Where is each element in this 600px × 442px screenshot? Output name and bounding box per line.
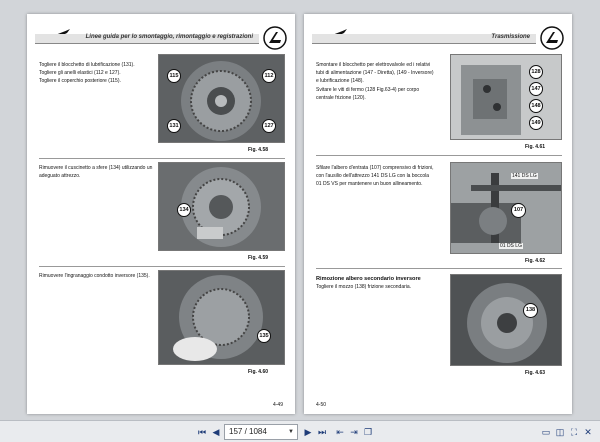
figure-photo: 141 DS LG 107 01 DS LG xyxy=(450,162,562,254)
reverse-gear-photo xyxy=(159,271,284,364)
callout-label: 147 xyxy=(529,82,543,96)
text-line: adeguato attrezzo. xyxy=(39,173,81,180)
tool-label: 141 DS LG xyxy=(511,173,538,179)
last-page-icon[interactable]: ⏭ xyxy=(316,426,328,438)
callout-label: 131 xyxy=(167,119,181,133)
figure-caption: Fig. 4.58 xyxy=(248,147,269,153)
figure-photo: 138 xyxy=(450,274,562,366)
callout-label: 135 xyxy=(257,329,271,343)
figure-photo: 134 xyxy=(158,162,285,251)
section-text: Smontare il blocchetto per elettrovalvol… xyxy=(316,62,442,103)
brand-logo-icon xyxy=(263,26,287,50)
fit-page-icon[interactable]: ▭ xyxy=(540,426,552,438)
header-title: Trasmissione xyxy=(491,34,530,40)
dropdown-chevron-icon[interactable]: ▼ xyxy=(288,425,294,439)
section-text: Rimozione albero secondario inversore To… xyxy=(316,276,446,292)
text-line: centrale frizione (120). xyxy=(316,94,366,101)
callout-label: 148 xyxy=(529,99,543,113)
callout-label: 112 xyxy=(262,69,276,83)
page-header: Linee guida per lo smontaggio, rimontagg… xyxy=(35,26,287,50)
text-line: con l'ausilio dell'attrezzo 141 DS LG co… xyxy=(316,173,430,180)
forward-icon[interactable]: ⇥ xyxy=(348,426,360,438)
text-line: tubi di alimentazione (147 - Diretta), (… xyxy=(316,70,434,77)
figure-caption: Fig. 4.61 xyxy=(525,144,546,150)
text-line: Togliere gli anelli elastici (112 e 127)… xyxy=(39,70,121,77)
text-line: Rimuovere l'ingranaggio condotto inverso… xyxy=(39,273,150,279)
callout-label: 107 xyxy=(511,203,526,218)
viewer-toolbar: ⏮ ◀ 157 / 1084 ▼ ▶ ⏭ ⇤ ⇥ ❐ ▭ ◫ ⛶ ✕ xyxy=(0,420,600,442)
brand-logo-icon xyxy=(540,26,564,50)
callout-label: 128 xyxy=(529,65,543,79)
callout-label: 149 xyxy=(529,116,543,130)
figure-photo: 128 147 148 149 xyxy=(450,54,562,140)
section-heading: Rimozione albero secondario inversore xyxy=(316,276,421,282)
callout-label: 134 xyxy=(177,203,191,217)
page-number: 4-49 xyxy=(272,402,283,408)
section-text: Rimuovere il cuscinetto a sfere (134) ut… xyxy=(39,165,159,181)
divider xyxy=(316,155,562,156)
callout-label: 115 xyxy=(167,69,181,83)
figure-caption: Fig. 4.60 xyxy=(248,369,269,375)
divider xyxy=(316,268,562,269)
page-indicator: 157 / 1084 xyxy=(229,427,267,436)
page-right: Trasmissione Smontare il blocchetto per … xyxy=(304,14,572,414)
section-text: Togliere il blocchetto di lubrificazione… xyxy=(39,62,159,87)
figure-photo: 115 112 131 127 xyxy=(158,54,285,143)
figure-caption: Fig. 4.59 xyxy=(248,255,269,261)
text-line: Togliere il blocchetto di lubrificazione… xyxy=(39,62,135,68)
callout-label: 138 xyxy=(523,303,538,318)
back-icon[interactable]: ⇤ xyxy=(334,426,346,438)
figure-caption: Fig. 4.62 xyxy=(525,258,546,264)
text-line: e lubrificazione (148). xyxy=(316,78,364,85)
copy-icon[interactable]: ❐ xyxy=(362,426,374,438)
figure-photo: 135 xyxy=(158,270,285,365)
text-line: Svitare le viti di fermo (128 Fig.63-4) … xyxy=(316,86,420,93)
section-text: Sfilare l'albero d'entrata (107) compren… xyxy=(316,165,442,190)
tool-label: 01 DS LG xyxy=(499,243,523,249)
input-shaft-tool-photo xyxy=(451,163,561,253)
divider xyxy=(39,266,285,267)
section-text: Rimuovere l'ingranaggio condotto inverso… xyxy=(39,273,159,281)
valve-block-photo xyxy=(451,55,561,139)
text-line: Rimuovere il cuscinetto a sfere (134) ut… xyxy=(39,165,153,171)
prev-page-icon[interactable]: ◀ xyxy=(210,426,222,438)
text-line: Smontare il blocchetto per elettrovalvol… xyxy=(316,62,431,68)
header-title: Linee guida per lo smontaggio, rimontagg… xyxy=(85,34,253,40)
page-left: Linee guida per lo smontaggio, rimontagg… xyxy=(27,14,295,414)
next-page-icon[interactable]: ▶ xyxy=(302,426,314,438)
figure-caption: Fig. 4.63 xyxy=(525,370,546,376)
divider xyxy=(39,158,285,159)
document-viewer: Linee guida per lo smontaggio, rimontagg… xyxy=(0,0,600,420)
first-page-icon[interactable]: ⏮ xyxy=(196,426,208,438)
text-line: Togliere il coperchio posteriore (115). xyxy=(39,78,121,85)
callout-label: 127 xyxy=(262,119,276,133)
text-line: Togliere il mozzo (138) frizione seconda… xyxy=(316,284,412,291)
fullscreen-icon[interactable]: ⛶ xyxy=(568,426,580,438)
clutch-hub-photo xyxy=(451,275,561,365)
text-line: Sfilare l'albero d'entrata (107) compren… xyxy=(316,165,434,171)
two-page-icon[interactable]: ◫ xyxy=(554,426,566,438)
page-header: Trasmissione xyxy=(312,26,564,50)
page-number: 4-50 xyxy=(316,402,327,408)
text-line: 01 DS VS per mantenere un buon allineame… xyxy=(316,181,423,188)
close-icon[interactable]: ✕ xyxy=(582,426,594,438)
page-selector[interactable]: 157 / 1084 ▼ xyxy=(224,424,298,440)
